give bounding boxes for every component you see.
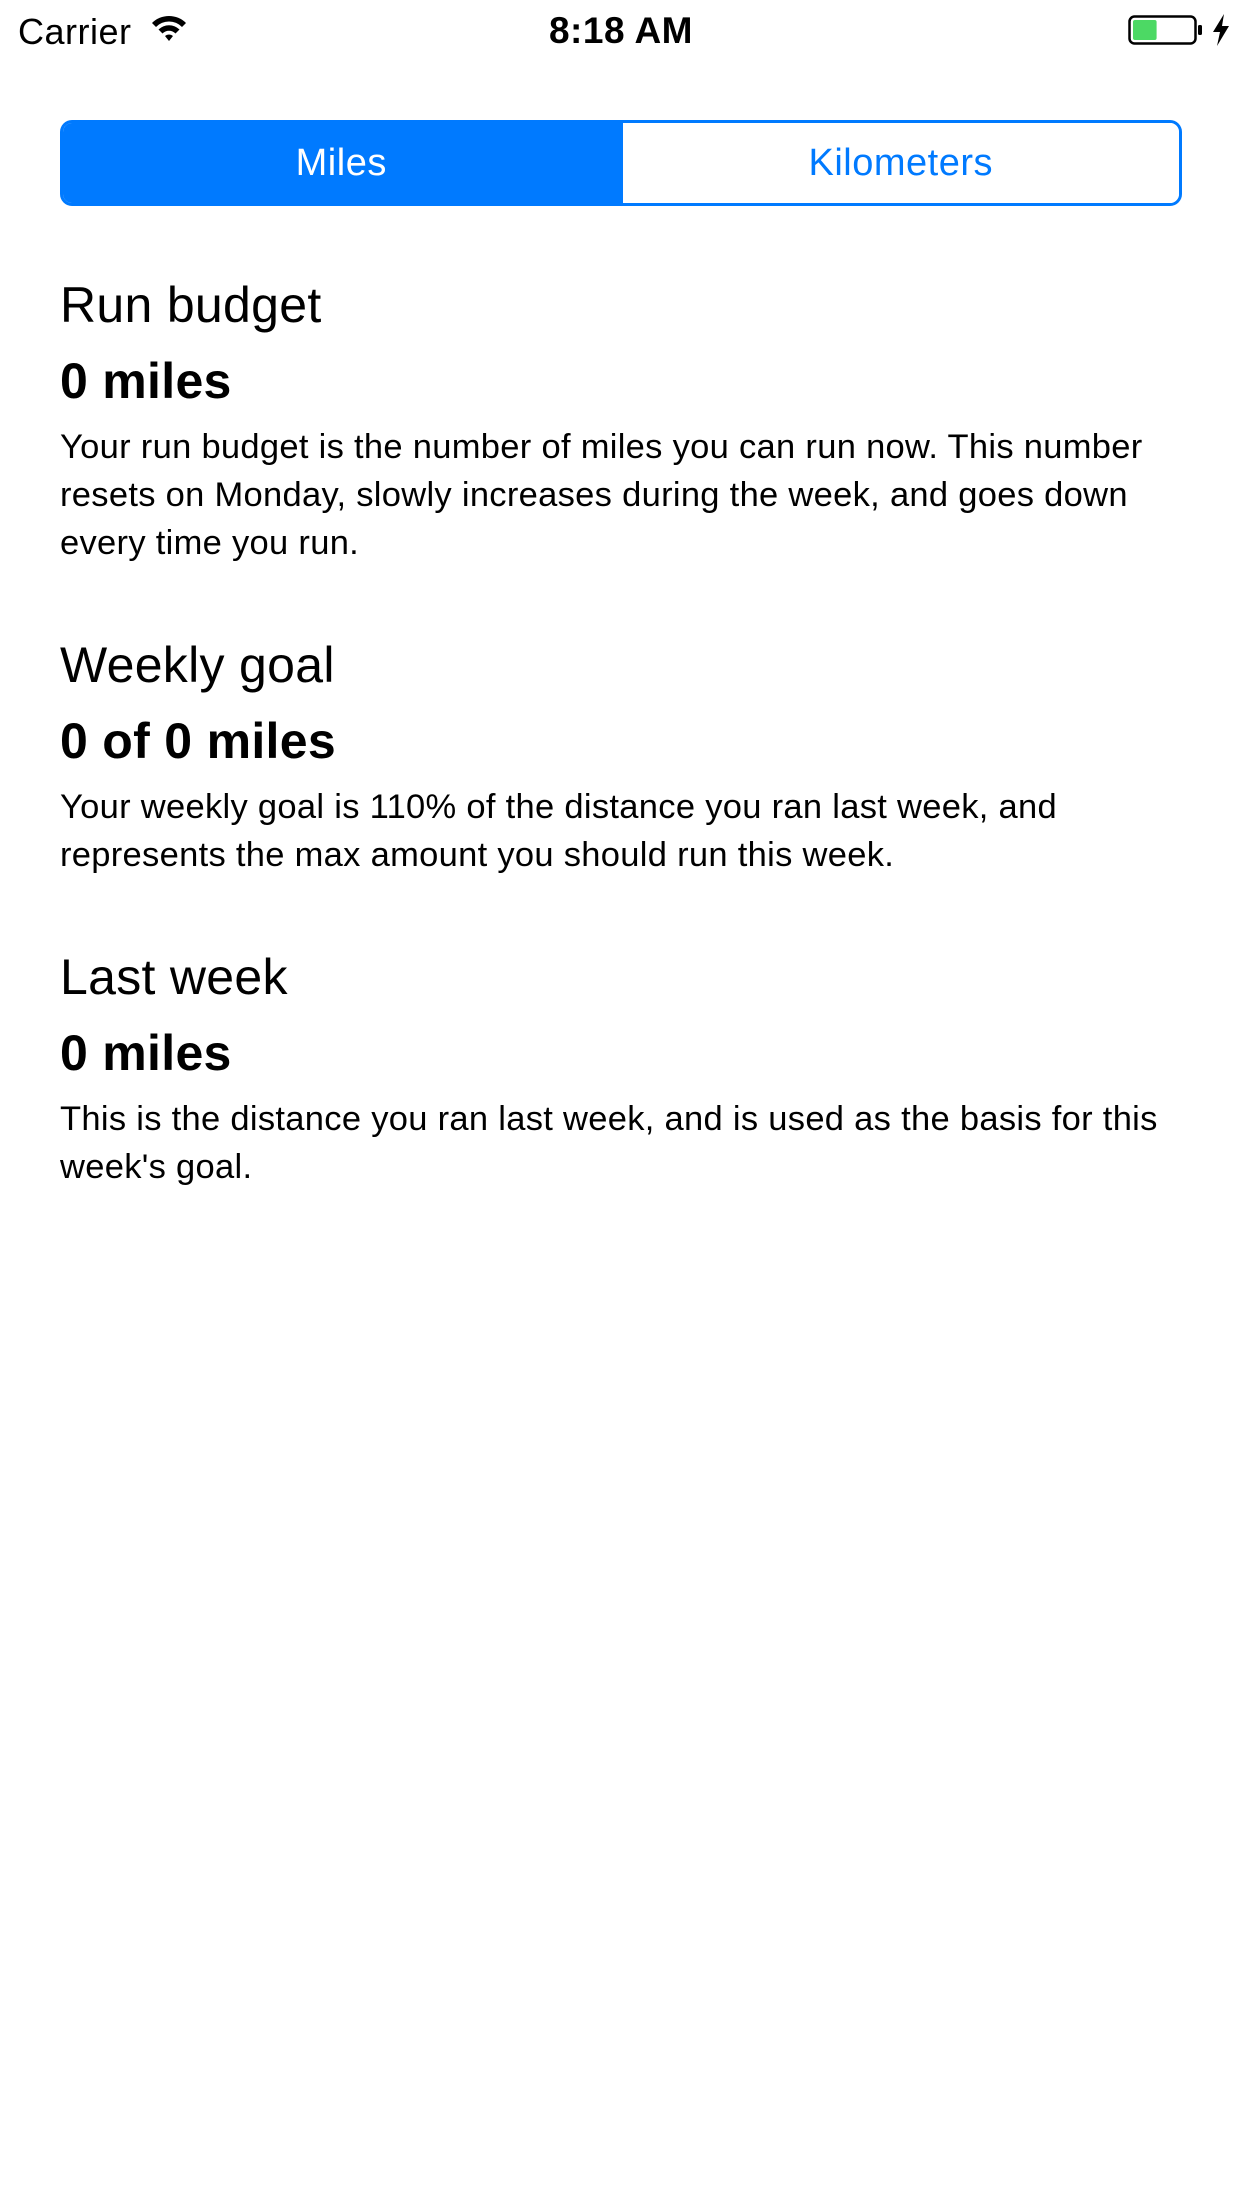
segment-miles[interactable]: Miles bbox=[63, 123, 620, 203]
battery-icon bbox=[1128, 15, 1202, 45]
status-time: 8:18 AM bbox=[548, 10, 693, 51]
last-week-title: Last week bbox=[60, 949, 288, 1005]
charging-icon bbox=[1213, 14, 1229, 46]
run-budget-description: Your run budget is the number of miles y… bbox=[60, 428, 1143, 562]
last-week-description: This is the distance you ran last week, … bbox=[60, 1100, 1158, 1186]
segment-kilometers[interactable]: Kilometers bbox=[619, 123, 1179, 203]
run-budget-title: Run budget bbox=[60, 277, 322, 333]
weekly-goal-section: Weekly goal 0 of 0 miles Your weekly goa… bbox=[60, 635, 1182, 879]
run-budget-section: Run budget 0 miles Your run budget is th… bbox=[60, 275, 1182, 567]
unit-segmented-control: Miles Kilometers bbox=[60, 120, 1182, 206]
last-week-section: Last week 0 miles This is the distance y… bbox=[60, 947, 1182, 1191]
status-bar: Carrier 8:18 AM bbox=[0, 0, 1242, 60]
weekly-goal-value: 0 of 0 miles bbox=[60, 713, 336, 769]
weekly-goal-title: Weekly goal bbox=[60, 637, 335, 693]
last-week-value: 0 miles bbox=[60, 1025, 232, 1081]
run-budget-value: 0 miles bbox=[60, 353, 232, 409]
weekly-goal-description: Your weekly goal is 110% of the distance… bbox=[60, 788, 1057, 874]
